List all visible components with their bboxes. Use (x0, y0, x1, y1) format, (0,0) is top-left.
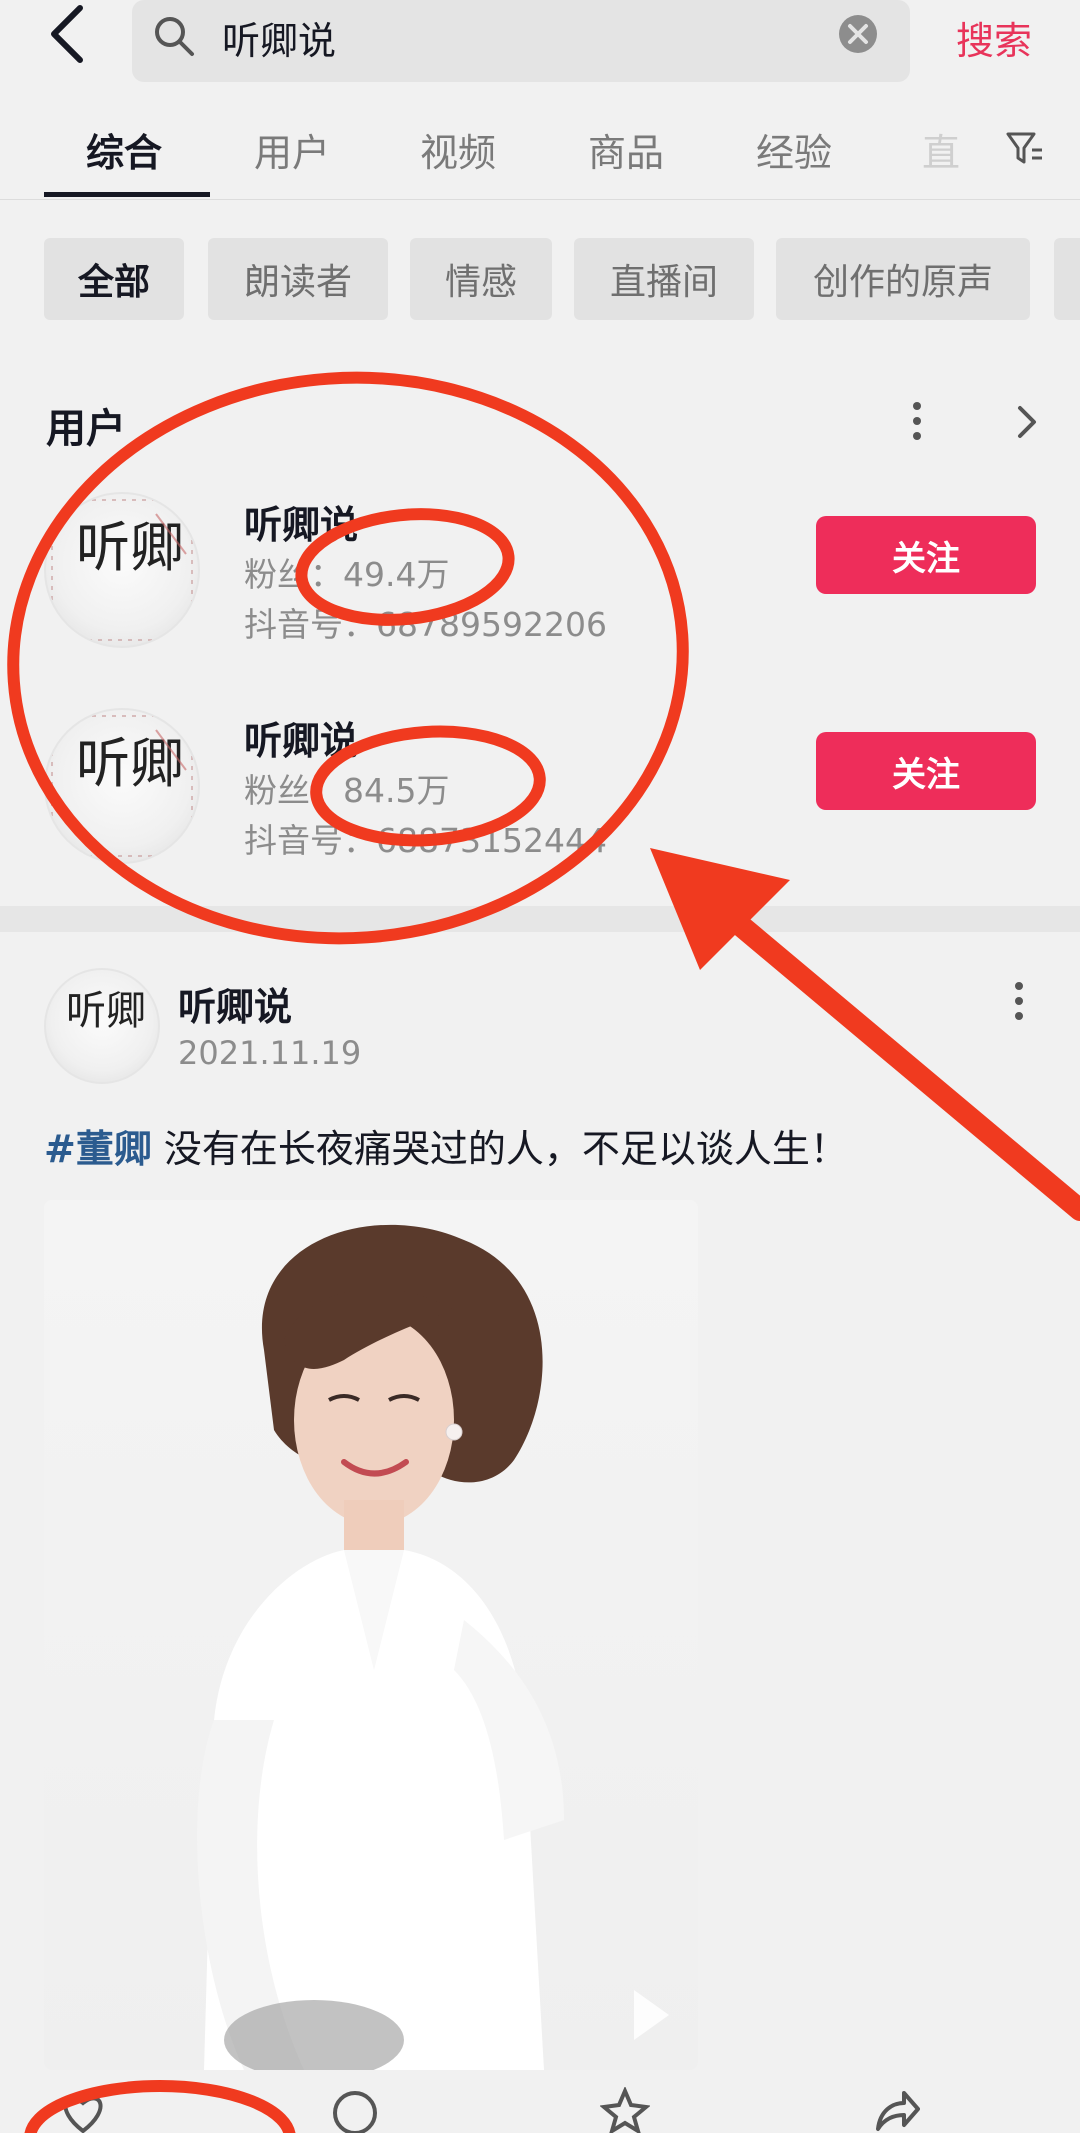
annotation-arrow (650, 848, 1080, 1221)
annotation-circle-fans-2 (310, 725, 546, 847)
annotation-circle-likes (24, 2080, 296, 2133)
annotation-circle-fans-1 (295, 508, 515, 626)
annotation-overlay (7, 371, 1080, 2133)
annotation-circle-users (7, 371, 689, 945)
